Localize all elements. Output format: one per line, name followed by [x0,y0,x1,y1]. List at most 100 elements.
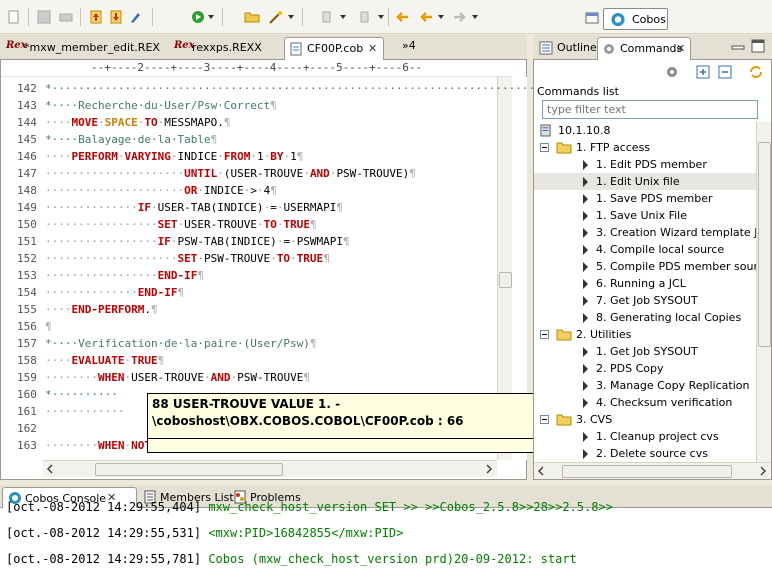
code-line[interactable]: ····················SET·PSW-TROUVE·TO·TR… [45,252,330,265]
editor-horizontal-scrollbar[interactable] [43,460,497,477]
minimize-icon[interactable] [731,41,745,53]
filter-input[interactable] [542,100,758,119]
tree-command-item[interactable]: 2. PDS Copy [534,360,756,377]
scroll-thumb[interactable] [499,272,512,288]
scroll-right-icon[interactable] [484,464,494,474]
tree-command-item[interactable]: 6. Running a JCL [534,275,756,292]
brush-icon[interactable] [128,9,144,25]
collapse-all-icon[interactable] [718,65,732,79]
next-annotation-icon[interactable] [320,9,336,25]
code-token: *·······································… [45,82,582,95]
tree-folder-item[interactable]: 2. Utilities [534,326,756,343]
run-command-icon [583,245,588,255]
code-line[interactable]: *·········· [45,388,118,401]
scroll-left-icon[interactable] [536,466,546,476]
code-line[interactable]: ··············IF·USER-TAB(INDICE)·=·USER… [45,201,343,214]
code-line[interactable]: ¶ [45,320,52,333]
code-token: *····Balayage·de·la·Table [45,133,211,146]
maximize-icon[interactable] [751,39,765,53]
code-line[interactable]: *····Verification·de·la·paire·(User/Psw)… [45,337,317,350]
code-line[interactable]: ········WHEN·USER-TROUVE·AND·PSW-TROUVE¶ [45,371,310,384]
perspective-cobos[interactable]: Cobos [603,8,668,30]
code-line[interactable]: *····Recherche·du·User/Psw·Correct¶ [45,99,277,112]
tab-cf00p-cob[interactable]: CF00P.cob ✕ [284,37,384,60]
upload-icon[interactable] [88,9,104,25]
tree-command-item[interactable]: 2. Delete source cvs [534,445,756,462]
collapse-toggle-icon[interactable] [540,415,549,424]
tree-folder-item[interactable]: 1. FTP access [534,139,756,156]
tooltip-line-2: \coboshost\OBX.COBOS.COBOL\CF00P.cob : 6… [152,414,464,428]
tree-host-item[interactable]: 10.1.10.8 [534,122,756,139]
tree-vertical-scrollbar[interactable] [756,122,771,462]
code-line[interactable]: ··············END-IF¶ [45,286,184,299]
code-line[interactable]: ············ [45,405,124,418]
code-line[interactable]: ····PERFORM·VARYING·INDICE·FROM·1·BY·1¶ [45,150,303,163]
code-line[interactable]: ·················SET·USER-TROUVE·TO·TRUE… [45,218,317,231]
line-number: 158 [17,354,37,367]
run-command-icon [583,262,588,272]
code-line[interactable]: ····END-PERFORM.¶ [45,303,158,316]
prev-annotation-icon[interactable] [358,9,374,25]
collapse-toggle-icon[interactable] [540,143,549,152]
cobos-logo-icon [611,12,625,27]
tab-commands[interactable]: Commands ✕ [597,37,691,60]
refresh-icon[interactable] [748,64,764,80]
tree-command-item[interactable]: 1. Cleanup project cvs [534,428,756,445]
tree-command-item[interactable]: 1. Get Job SYSOUT [534,343,756,360]
expand-all-icon[interactable] [696,65,710,79]
last-edit-icon[interactable] [394,9,410,25]
scroll-thumb[interactable] [95,463,283,476]
tree-command-item[interactable]: 1. Edit Unix file [534,173,756,190]
code-line[interactable]: ·················END-IF¶ [45,269,204,282]
open-perspective-icon[interactable] [584,10,600,26]
tab-overflow-button[interactable]: »4 [402,39,416,52]
tree-command-item[interactable]: 3. Manage Copy Replication [534,377,756,394]
code-token: UNTIL [184,167,218,180]
tree-command-item[interactable]: 5. Compile PDS member source [534,258,756,275]
code-line[interactable]: ·····················UNTIL·(USER-TROUVE·… [45,167,416,180]
back-icon[interactable] [418,9,434,25]
code-line[interactable]: ·················IF·PSW-TAB(INDICE)·=·PS… [45,235,350,248]
print-icon[interactable] [58,9,74,25]
tree-command-item[interactable]: 4. Compile local source [534,241,756,258]
close-icon[interactable]: ✕ [676,42,685,55]
tree-command-item[interactable]: 1. Save PDS member [534,190,756,207]
tree-command-item[interactable]: 4. Checksum verification [534,394,756,411]
wand-icon[interactable] [268,9,284,25]
tree-command-item[interactable]: 3. Creation Wizard template JCL [534,224,756,241]
download-icon[interactable] [108,9,124,25]
code-line[interactable]: *·······································… [45,82,581,95]
code-line[interactable]: ····MOVE·SPACE·TO·MESSMAPO.¶ [45,116,230,129]
tab-rexxps[interactable]: Rex rexxps.REXX [170,37,282,60]
scroll-thumb[interactable] [562,465,732,478]
scroll-left-icon[interactable] [45,464,55,474]
new-icon[interactable] [6,9,22,25]
tree-command-item[interactable]: 8. Generating local Copies [534,309,756,326]
code-token: MESSMAPO. [164,116,224,129]
tree-command-item[interactable]: 1. Save Unix File [534,207,756,224]
save-icon[interactable] [36,9,52,25]
line-number: 142 [17,82,37,95]
scroll-right-icon[interactable] [758,466,768,476]
tree-folder-item[interactable]: 3. CVS [534,411,756,428]
console-output[interactable]: [oct.-08-2012 14:29:55,404] mxw_check_ho… [0,500,772,578]
tree-horizontal-scrollbar[interactable] [534,462,771,479]
code-line[interactable]: ·····················OR·INDICE·>·4¶ [45,184,277,197]
open-folder-icon[interactable] [244,9,260,25]
scroll-thumb[interactable] [758,142,771,347]
collapse-toggle-icon[interactable] [540,330,549,339]
code-line[interactable]: *····Balayage·de·la·Table¶ [45,133,217,146]
settings-gear-icon[interactable] [664,64,680,80]
forward-icon[interactable] [452,9,468,25]
run-icon[interactable] [190,9,206,25]
run-command-icon [583,296,588,306]
close-icon[interactable]: ✕ [368,42,377,55]
code-token: IF [157,235,171,248]
tree-command-item[interactable]: 7. Get Job SYSOUT [534,292,756,309]
code-token: ················· [45,218,158,231]
tab-mxw-member-edit[interactable]: Rex *mxw_member_edit.REX [2,37,167,60]
tab-outline[interactable]: Outline [535,37,597,60]
code-line[interactable]: ····EVALUATE·TRUE¶ [45,354,164,367]
run-command-icon [583,313,588,323]
tree-command-item[interactable]: 1. Edit PDS member [534,156,756,173]
